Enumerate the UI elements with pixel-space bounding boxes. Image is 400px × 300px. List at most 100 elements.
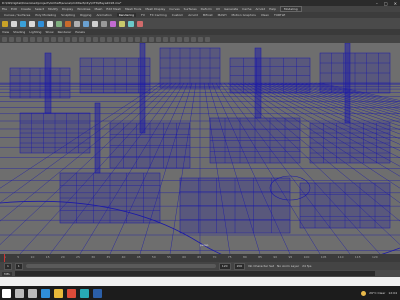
panel-menu-show[interactable]: Show: [45, 30, 53, 34]
panel-tool-icon[interactable]: [177, 36, 182, 42]
task-view-icon[interactable]: [28, 288, 37, 298]
panel-tool-icon[interactable]: [79, 36, 84, 42]
panel-tool-icon[interactable]: [107, 36, 112, 42]
hypershade-icon[interactable]: [65, 20, 71, 27]
menu-edit[interactable]: Edit: [11, 7, 17, 11]
anim-layer-dropdown[interactable]: No Anim Layer: [277, 264, 299, 268]
menu-create[interactable]: Create: [21, 7, 31, 11]
edge-icon[interactable]: [41, 288, 50, 298]
shelf-tab-rendering[interactable]: Rendering: [116, 13, 137, 17]
shelf-tab[interactable]: Sculpting: [61, 13, 75, 17]
playhead[interactable]: [4, 254, 5, 262]
camera-icon[interactable]: [2, 20, 8, 27]
start-time-field[interactable]: 1: [4, 262, 12, 270]
panel-menu-shading[interactable]: Shading: [13, 30, 25, 34]
menu-windows[interactable]: Windows: [77, 7, 90, 11]
bake-icon[interactable]: [110, 20, 116, 27]
clock[interactable]: 12:04: [388, 291, 397, 295]
menu-select[interactable]: Select: [35, 7, 44, 11]
menu-modify[interactable]: Modify: [48, 7, 58, 11]
windows-icon[interactable]: [2, 288, 11, 298]
light-icon[interactable]: [11, 20, 17, 27]
panel-tool-icon[interactable]: [114, 36, 119, 42]
maximize-button[interactable]: □: [384, 1, 388, 6]
render-icon[interactable]: [38, 20, 44, 27]
uv-icon[interactable]: [128, 20, 134, 27]
shelf-tab[interactable]: MASH: [218, 13, 227, 17]
menu-surfaces[interactable]: Surfaces: [184, 7, 197, 11]
panel-tool-icon[interactable]: [205, 36, 210, 42]
character-set-dropdown[interactable]: No Character Set: [248, 264, 274, 268]
range-slider[interactable]: [25, 264, 216, 268]
search-icon[interactable]: [15, 288, 24, 298]
menu-file[interactable]: File: [2, 7, 7, 11]
panel-tool-icon[interactable]: [135, 36, 140, 42]
mel-label[interactable]: MEL: [2, 271, 13, 276]
panel-tool-icon[interactable]: [156, 36, 161, 42]
panel-tool-icon[interactable]: [198, 36, 203, 42]
panel-menu-renderer[interactable]: Renderer: [58, 30, 72, 34]
panel-tool-icon[interactable]: [58, 36, 63, 42]
texture-icon[interactable]: [83, 20, 89, 27]
panel-tool-icon[interactable]: [100, 36, 105, 42]
menu-edit-mesh[interactable]: Edit Mesh: [106, 7, 121, 11]
shelf-tab[interactable]: Animation: [96, 13, 111, 17]
menu-generate[interactable]: Generate: [224, 7, 238, 11]
time-slider[interactable]: 1510152025303540455055606570758085909510…: [0, 254, 400, 262]
playback-start-field[interactable]: 1: [14, 262, 23, 270]
shelf-tab[interactable]: Arnold: [188, 13, 198, 17]
panel-tool-icon[interactable]: [51, 36, 56, 42]
close-button[interactable]: ✕: [394, 1, 397, 6]
settings-icon[interactable]: [56, 20, 62, 27]
panel-tool-icon[interactable]: [23, 36, 28, 42]
fps-dropdown[interactable]: 24 fps: [302, 264, 311, 268]
panel-tool-icon[interactable]: [86, 36, 91, 42]
aov-icon[interactable]: [101, 20, 107, 27]
panel-tool-icon[interactable]: [16, 36, 21, 42]
panel-tool-icon[interactable]: [72, 36, 77, 42]
panel-tool-icon[interactable]: [30, 36, 35, 42]
end-time-field[interactable]: 200: [233, 262, 246, 270]
panel-tool-icon[interactable]: [37, 36, 42, 42]
menu-help[interactable]: Help: [269, 7, 276, 11]
shelf-tab[interactable]: FX: [141, 13, 145, 17]
arnold-icon[interactable]: [92, 20, 98, 27]
cloth-icon[interactable]: [137, 20, 143, 27]
shelf-tab[interactable]: Custom: [172, 13, 184, 17]
command-input[interactable]: [15, 271, 376, 276]
panel-tool-icon[interactable]: [128, 36, 133, 42]
menu-display[interactable]: Display: [62, 7, 73, 11]
menu-curves[interactable]: Curves: [169, 7, 179, 11]
explorer-icon[interactable]: [54, 288, 63, 298]
maya-icon[interactable]: [80, 288, 89, 298]
panel-tool-icon[interactable]: [9, 36, 14, 42]
ipr-icon[interactable]: [47, 20, 53, 27]
minimize-button[interactable]: –: [376, 1, 378, 6]
shelf-tab[interactable]: Rigging: [80, 13, 91, 17]
shelf-tab[interactable]: Motion Graphics: [231, 13, 255, 17]
menu-mesh-tools[interactable]: Mesh Tools: [125, 7, 141, 11]
panel-menu-view[interactable]: View: [2, 30, 9, 34]
shelf-tab[interactable]: Poly Modeling: [35, 13, 56, 17]
menu-cache[interactable]: Cache: [242, 7, 251, 11]
photoshop-icon[interactable]: [93, 288, 102, 298]
menu-mesh[interactable]: Mesh: [95, 7, 103, 11]
panel-tool-icon[interactable]: [191, 36, 196, 42]
layer-icon[interactable]: [119, 20, 125, 27]
panel-tool-icon[interactable]: [93, 36, 98, 42]
chrome-icon[interactable]: [67, 288, 76, 298]
panel-tool-icon[interactable]: [142, 36, 147, 42]
menu-mesh-display[interactable]: Mesh Display: [145, 7, 165, 11]
shelf-tab[interactable]: FX Caching: [150, 13, 167, 17]
shelf-tab[interactable]: XGen: [261, 13, 269, 17]
material-icon[interactable]: [74, 20, 80, 27]
panel-tool-icon[interactable]: [170, 36, 175, 42]
sphere-icon[interactable]: [20, 20, 26, 27]
panel-tool-icon[interactable]: [149, 36, 154, 42]
panel-tool-icon[interactable]: [65, 36, 70, 42]
panel-menu-lighting[interactable]: Lighting: [29, 30, 41, 34]
viewport-persp[interactable]: persp: [0, 43, 400, 254]
panel-menu-panels[interactable]: Panels: [75, 30, 85, 34]
panel-tool-icon[interactable]: [44, 36, 49, 42]
playback-end-field[interactable]: 120: [218, 262, 231, 270]
